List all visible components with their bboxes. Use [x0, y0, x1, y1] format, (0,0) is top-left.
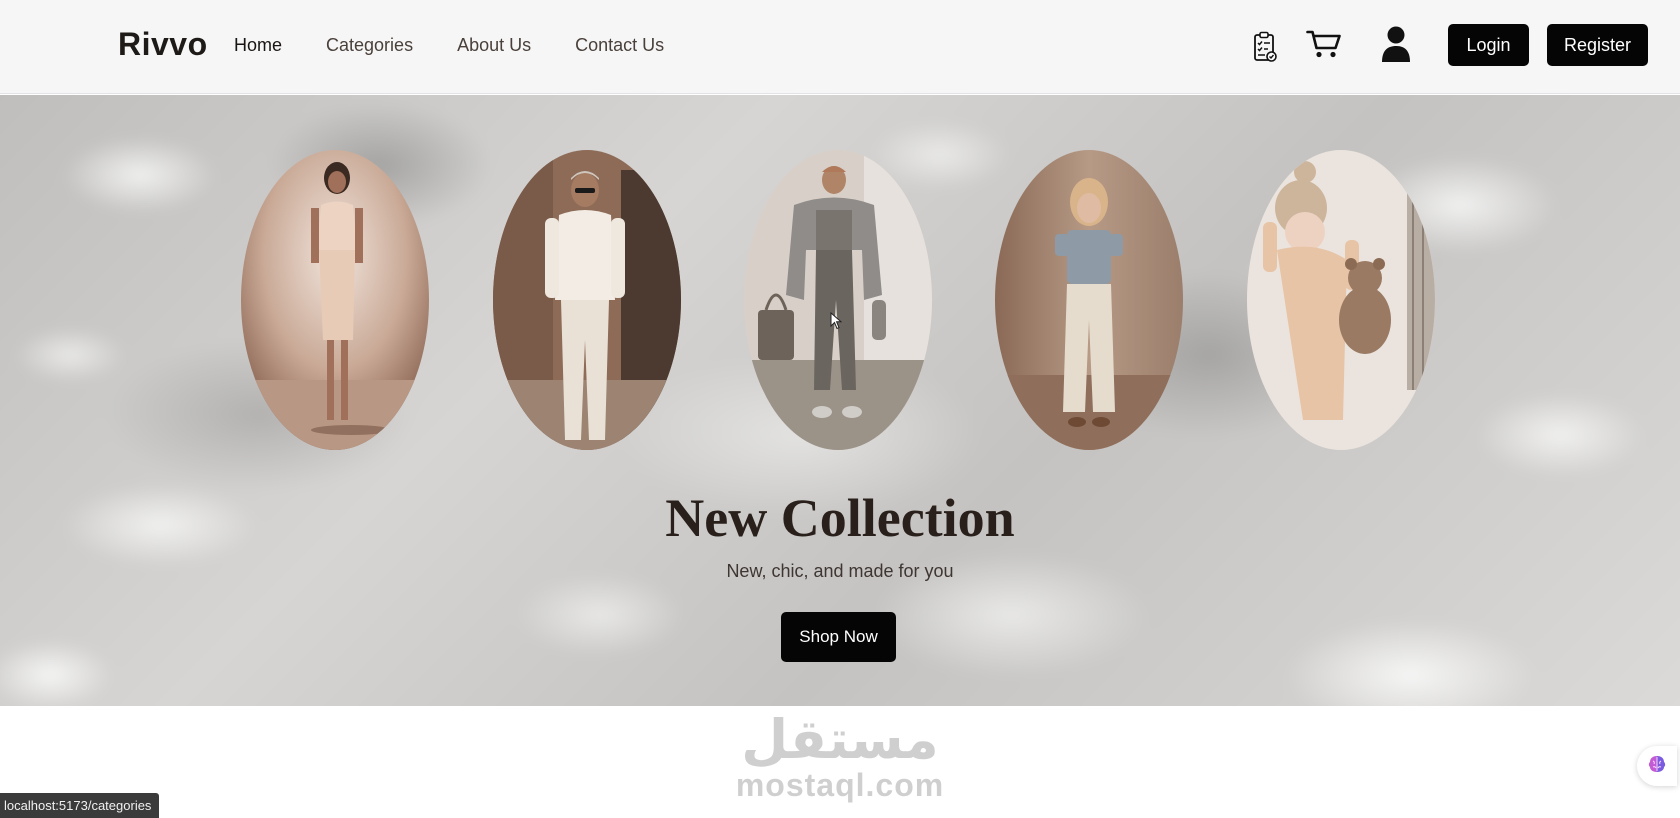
- main-nav: Home Categories About Us Contact Us: [234, 35, 708, 56]
- shop-now-button[interactable]: Shop Now: [781, 612, 896, 662]
- collection-image-kids[interactable]: [995, 150, 1183, 450]
- mouse-cursor-icon: [830, 311, 843, 335]
- register-button[interactable]: Register: [1547, 24, 1648, 66]
- nav-link-about[interactable]: About Us: [457, 35, 531, 56]
- login-button[interactable]: Login: [1448, 24, 1529, 66]
- brain-icon: [1646, 753, 1668, 780]
- watermark-latin: mostaql.com: [735, 767, 945, 803]
- floating-assistant-button[interactable]: [1637, 746, 1677, 786]
- mostaql-watermark: مستقل mostaql.com: [735, 712, 945, 812]
- hero-section: New Collection New, chic, and made for y…: [0, 95, 1680, 706]
- collection-image-women[interactable]: [241, 150, 429, 450]
- collection-image-sportswear[interactable]: [744, 150, 932, 450]
- clipboard-checklist-icon[interactable]: [1253, 31, 1277, 68]
- hero-title: New Collection: [665, 488, 1015, 548]
- brand-logo[interactable]: Rivvo: [118, 26, 208, 63]
- collection-image-men[interactable]: [493, 150, 681, 450]
- hero-subtitle: New, chic, and made for you: [726, 561, 954, 581]
- nav-link-categories[interactable]: Categories: [326, 35, 413, 56]
- watermark-arabic: مستقل: [741, 708, 939, 771]
- nav-link-contact[interactable]: Contact Us: [575, 35, 664, 56]
- browser-status-bar: localhost:5173/categories: [0, 793, 160, 818]
- navbar: Rivvo Home Categories About Us Contact U…: [0, 0, 1680, 94]
- collection-image-baby[interactable]: [1247, 150, 1435, 450]
- nav-link-home[interactable]: Home: [234, 35, 282, 56]
- cart-icon[interactable]: [1306, 29, 1342, 64]
- user-icon[interactable]: [1381, 26, 1411, 67]
